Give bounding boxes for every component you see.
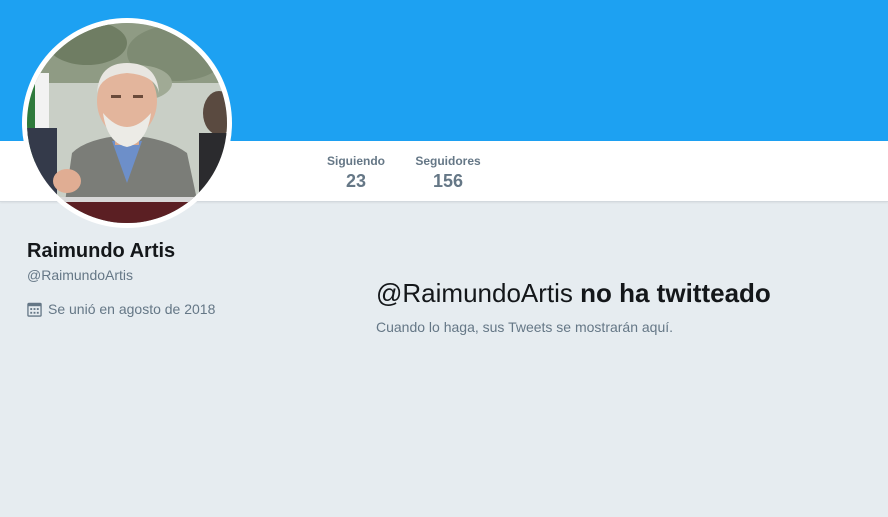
followers-label: Seguidores <box>415 154 481 168</box>
calendar-icon <box>27 302 42 317</box>
profile-name[interactable]: Raimundo Artis <box>27 238 287 264</box>
empty-timeline: @RaimundoArtis no ha twitteado Cuando lo… <box>376 275 856 337</box>
profile-avatar[interactable] <box>22 18 232 228</box>
empty-timeline-subtitle: Cuando lo haga, sus Tweets se mostrarán … <box>376 319 674 335</box>
following-label: Siguiendo <box>327 154 385 168</box>
profile-handle[interactable]: @RaimundoArtis <box>27 265 287 285</box>
profile-card: Raimundo Artis @RaimundoArtis Se unió en… <box>27 238 287 319</box>
avatar-photo <box>27 23 227 223</box>
followers-count: 156 <box>432 171 464 191</box>
profile-page: Siguiendo 23 Seguidores 156 Raimundo Art… <box>0 0 888 517</box>
empty-timeline-message: no ha twitteado <box>572 278 771 308</box>
following-stat[interactable]: Siguiendo 23 <box>324 154 388 192</box>
join-date: Se unió en agosto de 2018 <box>27 299 287 319</box>
empty-timeline-handle: @RaimundoArtis <box>376 278 573 308</box>
join-date-text: Se unió en agosto de 2018 <box>48 301 216 317</box>
followers-stat[interactable]: Seguidores 156 <box>413 154 483 192</box>
following-count: 23 <box>345 171 367 191</box>
empty-timeline-title: @RaimundoArtis no ha twitteado <box>376 275 856 311</box>
